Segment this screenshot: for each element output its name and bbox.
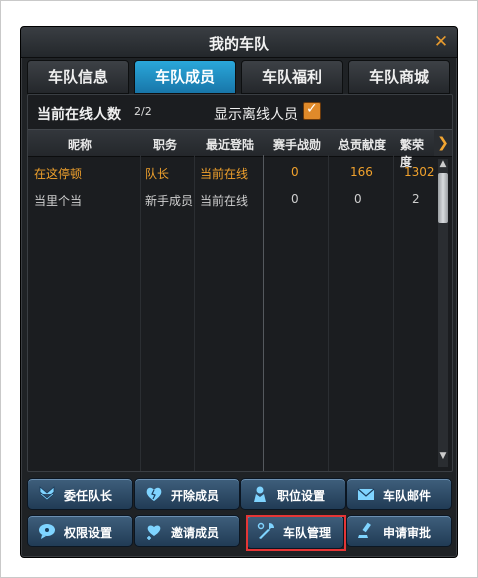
appoint-icon (39, 486, 55, 501)
tab-team-shop[interactable]: 车队商城 (348, 60, 450, 94)
show-offline-label: 显示离线人员 (214, 107, 298, 123)
tab-team-benefits[interactable]: 车队福利 (241, 60, 343, 94)
position-icon (254, 486, 266, 502)
approve-icon (358, 522, 371, 538)
column-header-role[interactable]: 职务 (153, 136, 177, 153)
position-settings-button[interactable]: 职位设置 (240, 478, 346, 510)
check-icon: ✓ (306, 101, 318, 117)
dismiss-icon (146, 487, 162, 501)
invite-member-label: 邀请成员 (171, 526, 220, 540)
appoint-captain-label: 委任队长 (64, 489, 113, 503)
position-settings-label: 职位设置 (277, 489, 326, 503)
member-role: 队长 (145, 167, 170, 181)
dismiss-member-button[interactable]: 开除成员 (134, 478, 240, 510)
member-role: 新手成员 (145, 194, 194, 208)
appoint-captain-button[interactable]: 委任队长 (27, 478, 133, 510)
team-mail-button[interactable]: 车队邮件 (346, 478, 452, 510)
column-header-merit[interactable]: 赛手战勋 (273, 136, 321, 153)
permission-settings-button[interactable]: 权限设置 (27, 515, 133, 547)
tab-bar: 车队信息 车队成员 车队福利 车队商城 (27, 60, 451, 94)
scrollbar-thumb[interactable] (438, 173, 448, 223)
window-title: 我的车队 (208, 35, 269, 53)
title-bar: 我的车队 ✕ (21, 27, 457, 58)
table-row[interactable]: 当里个当 新手成员 当前在线 0 0 2 (28, 186, 434, 212)
online-count-value: 2/2 (134, 105, 152, 118)
tab-team-members[interactable]: 车队成员 (134, 60, 236, 94)
application-approval-label: 申请审批 (383, 526, 432, 540)
invite-icon (147, 525, 161, 540)
column-header-last-login[interactable]: 最近登陆 (206, 136, 254, 153)
invite-member-button[interactable]: 邀请成员 (134, 515, 240, 547)
show-offline-checkbox[interactable]: ✓ (303, 101, 321, 120)
application-approval-button[interactable]: 申请审批 (346, 515, 452, 547)
scroll-up-icon[interactable]: ▲ (438, 159, 448, 171)
table-row[interactable]: 在这停顿 队长 当前在线 0 166 1302 (28, 159, 435, 185)
dismiss-member-label: 开除成员 (171, 489, 220, 503)
close-icon[interactable]: ✕ (431, 32, 451, 52)
member-prosperity: 2 (412, 192, 420, 206)
permission-settings-label: 权限设置 (64, 526, 113, 540)
member-panel: 当前在线人数 2/2 显示离线人员 ✓ 昵称 职务 最近登陆 赛手战勋 总贡献度… (27, 94, 453, 472)
member-merit: 0 (291, 192, 299, 206)
member-last-login: 当前在线 (200, 167, 249, 181)
column-header-contribution[interactable]: 总贡献度 (338, 136, 386, 153)
member-merit: 0 (291, 165, 299, 179)
mail-icon (357, 488, 375, 500)
permission-icon (39, 524, 55, 539)
member-contribution: 0 (354, 192, 362, 206)
online-count-label: 当前在线人数 (37, 107, 121, 123)
team-mail-label: 车队邮件 (383, 489, 432, 503)
member-prosperity: 1302 (404, 165, 435, 179)
member-name: 当里个当 (34, 194, 83, 208)
table-header: 昵称 职务 最近登陆 赛手战勋 总贡献度 繁荣度 ❯ (28, 129, 452, 169)
member-last-login: 当前在线 (200, 194, 249, 208)
tab-team-info[interactable]: 车队信息 (27, 60, 129, 94)
scroll-down-icon[interactable]: ▼ (438, 451, 448, 463)
member-name: 在这停顿 (34, 167, 83, 181)
member-contribution: 166 (350, 165, 373, 179)
column-header-name[interactable]: 昵称 (68, 136, 92, 153)
next-columns-arrow-icon[interactable]: ❯ (434, 130, 452, 156)
selection-highlight-box (246, 515, 346, 551)
